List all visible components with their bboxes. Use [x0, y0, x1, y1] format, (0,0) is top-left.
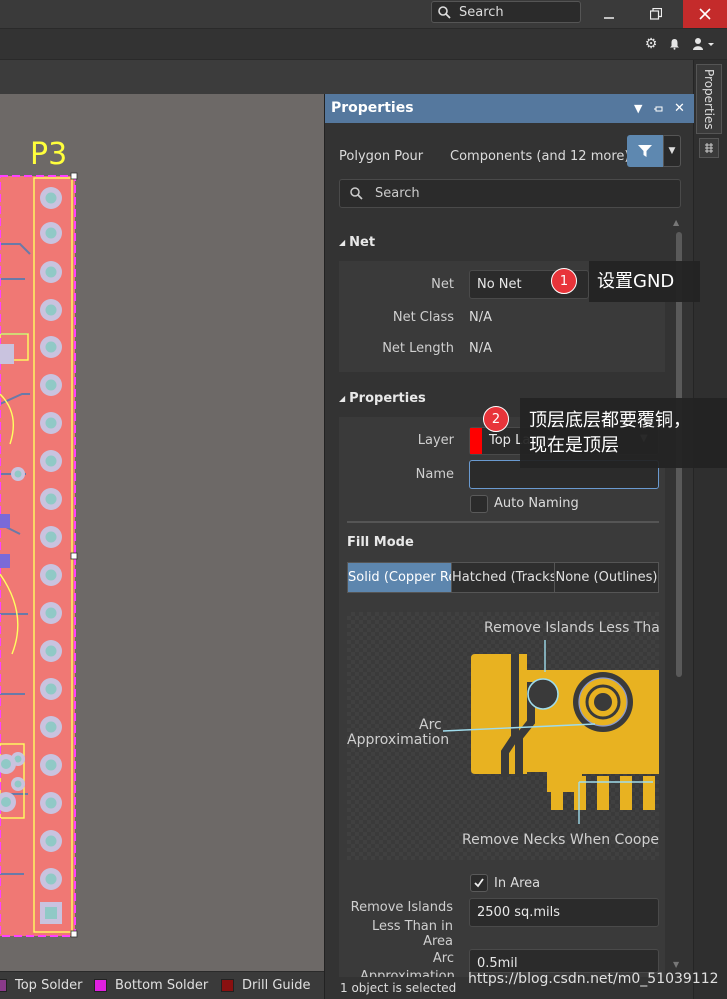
pcb-board-graphic — [0, 172, 78, 938]
collapse-triangle-icon: ◢ — [339, 394, 346, 403]
net-section-header[interactable]: ◢ Net — [339, 235, 375, 250]
properties-section-header[interactable]: ◢ Properties — [339, 391, 426, 406]
restore-button[interactable] — [637, 0, 675, 28]
selection-filter-text[interactable]: Components (and 12 more) — [450, 149, 629, 164]
annotation-badge-2: 2 — [483, 406, 509, 432]
panel-search-placeholder: Search — [375, 186, 420, 201]
selection-status: 1 object is selected — [340, 981, 457, 995]
collapse-triangle-icon: ◢ — [339, 238, 346, 247]
global-search-placeholder: Search — [459, 4, 504, 20]
panel-title: Properties — [331, 100, 414, 116]
component-designator-p3: P3 — [30, 137, 68, 172]
arc-approx-label-1: Arc — [432, 951, 454, 966]
layer-swatch — [0, 978, 7, 992]
pcb-canvas[interactable] — [0, 94, 325, 971]
filter-dropdown-arrow[interactable]: ▼ — [663, 135, 681, 167]
panel-pin-toggle-icon[interactable] — [654, 94, 664, 123]
layer-tab-top-solder[interactable]: Top Solder — [0, 977, 82, 993]
remove-islands-input[interactable]: 2500 sq.mils — [469, 898, 659, 927]
fill-mode-none-button[interactable]: None (Outlines) — [554, 562, 659, 593]
net-length-label: Net Length — [382, 341, 454, 356]
annotation-badge-1: 1 — [551, 268, 577, 294]
properties-side-tab[interactable]: Properties — [696, 64, 722, 134]
restore-icon — [650, 8, 662, 20]
arc-diagram-label-1: Arc — [419, 717, 442, 733]
panel-close-icon[interactable]: ✕ — [674, 94, 685, 123]
name-label: Name — [415, 467, 454, 482]
scroll-down-arrow[interactable]: ▼ — [673, 960, 679, 969]
panel-pin-icon[interactable] — [699, 138, 719, 158]
net-class-value: N/A — [469, 310, 492, 325]
minimize-button[interactable] — [590, 0, 628, 28]
panel-search-input[interactable]: Search — [339, 179, 681, 208]
user-icon[interactable] — [688, 36, 720, 52]
layer-label: Layer — [417, 433, 454, 448]
fill-mode-diagram: Remove Islands Less Than Arc Approximati… — [347, 612, 659, 860]
gear-icon[interactable]: ⚙ — [643, 36, 659, 52]
arc-approx-input[interactable]: 0.5mil — [469, 949, 659, 973]
fill-mode-hatched-button[interactable]: Hatched (Tracks/Arcs) — [451, 562, 555, 593]
net-class-label: Net Class — [392, 310, 454, 325]
document-tab-bar — [0, 60, 693, 94]
layer-color-swatch — [470, 428, 482, 454]
toolbar — [0, 29, 727, 60]
watermark-url: https://blog.csdn.net/m0_51039112 — [468, 971, 719, 987]
panel-menu-icon[interactable]: ▼ — [634, 94, 642, 123]
annotation-callout-2: 顶层底层都要覆铜， 现在是顶层 — [520, 398, 727, 468]
bell-icon[interactable] — [666, 36, 682, 52]
fill-mode-divider — [347, 521, 659, 523]
remove-islands-label-2: Less Than in Area — [371, 919, 453, 949]
auto-naming-label: Auto Naming — [494, 496, 579, 511]
minimize-icon — [603, 16, 614, 19]
search-icon — [438, 5, 451, 19]
remove-islands-label-1: Remove Islands — [350, 900, 453, 915]
fill-mode-title: Fill Mode — [347, 535, 414, 550]
layer-tab-drill-guide[interactable]: Drill Guide — [221, 977, 311, 993]
remove-islands-diagram-label: Remove Islands Less Than — [484, 620, 659, 636]
in-area-checkbox[interactable] — [470, 874, 488, 892]
in-area-label: In Area — [494, 876, 541, 891]
object-type-label: Polygon Pour — [339, 149, 424, 164]
remove-necks-diagram-label: Remove Necks When Cooper — [462, 832, 659, 848]
net-length-value: N/A — [469, 341, 492, 356]
checkmark-icon — [474, 878, 484, 888]
filter-icon — [638, 145, 652, 157]
arc-diagram-label-2: Approximation — [347, 732, 450, 748]
net-label: Net — [431, 277, 454, 292]
fill-mode-solid-button[interactable]: Solid (Copper Regions) — [347, 562, 452, 593]
filter-button[interactable] — [627, 135, 663, 167]
close-icon — [699, 8, 711, 20]
global-search-input[interactable]: Search — [431, 1, 581, 23]
close-button[interactable] — [683, 0, 727, 28]
search-icon — [350, 187, 363, 200]
side-panel-strip — [693, 60, 727, 999]
annotation-callout-1: 设置GND — [589, 261, 700, 302]
auto-naming-checkbox[interactable] — [470, 495, 488, 513]
scroll-up-arrow[interactable]: ▲ — [673, 218, 679, 227]
layer-swatch — [94, 978, 107, 992]
layer-swatch — [221, 978, 234, 992]
layer-tab-bottom-solder[interactable]: Bottom Solder — [94, 977, 208, 993]
